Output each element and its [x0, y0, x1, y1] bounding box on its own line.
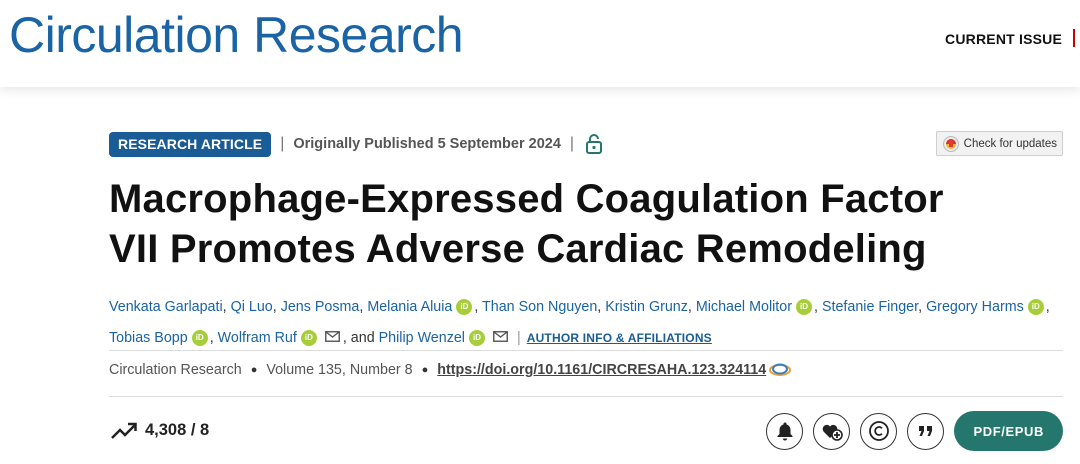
check-updates-label: Check for updates — [963, 137, 1057, 150]
author-name[interactable]: Philip Wenzel — [379, 330, 465, 346]
author-name[interactable]: Kristin Grunz — [605, 299, 688, 315]
article-title: Macrophage-Expressed Coagulation Factor … — [109, 174, 1069, 274]
title-line-2: VII Promotes Adverse Cardiac Remodeling — [109, 227, 927, 271]
author-separator: , and — [342, 330, 379, 346]
author-separator: , — [222, 299, 231, 315]
article-meta-row: RESEARCH ARTICLE | Originally Published … — [109, 131, 603, 157]
article-type-badge[interactable]: RESEARCH ARTICLE — [109, 131, 272, 157]
author-separator: , — [918, 299, 927, 315]
author-name[interactable]: Stefanie Finger — [822, 299, 918, 315]
crossmark-icon — [942, 135, 959, 152]
citation-volume: Volume 135, Number 8 — [266, 362, 413, 378]
cite-button[interactable] — [907, 412, 945, 450]
permissions-button[interactable] — [860, 412, 898, 450]
author-list: Venkata Garlapati, Qi Luo, Jens Posma, M… — [109, 292, 1059, 354]
author-name[interactable]: Wolfram Ruf — [218, 330, 297, 346]
metrics-count: 4,308 / 8 — [145, 421, 210, 439]
doi-link[interactable]: https://doi.org/10.1161/CIRCRESAHA.123.3… — [437, 362, 766, 378]
author-name[interactable]: Than Son Nguyen — [482, 299, 597, 315]
crossref-icon[interactable] — [768, 362, 792, 378]
orcid-icon[interactable]: iD — [456, 299, 473, 315]
alert-button[interactable] — [766, 412, 804, 450]
divider — [109, 350, 1063, 351]
orcid-icon[interactable]: iD — [795, 299, 812, 315]
citation-dot: ● — [250, 364, 258, 376]
meta-separator: | — [280, 135, 285, 152]
site-header: Circulation Research CURRENT ISSUE — [0, 0, 1080, 87]
meta-separator: | — [569, 135, 575, 152]
check-for-updates-button[interactable]: Check for updates — [935, 131, 1063, 156]
author-separator: , — [474, 299, 483, 315]
orcid-icon[interactable]: iD — [300, 330, 317, 346]
article-actions: PDF/EPUB — [766, 411, 1063, 451]
author-name[interactable]: Michael Molitor — [696, 299, 792, 315]
journal-logo[interactable]: Circulation Research — [9, 10, 464, 60]
author-name[interactable]: Jens Posma — [281, 299, 360, 315]
publication-date: Originally Published 5 September 2024 — [293, 136, 561, 152]
divider — [109, 396, 1063, 397]
orcid-icon[interactable]: iD — [191, 330, 208, 346]
pdf-epub-button[interactable]: PDF/EPUB — [954, 411, 1063, 451]
article-metrics[interactable]: 4,308 / 8 — [111, 421, 209, 440]
orcid-icon[interactable]: iD — [468, 330, 485, 346]
title-line-1: Macrophage-Expressed Coagulation Factor — [109, 177, 944, 221]
email-icon[interactable] — [324, 331, 340, 342]
author-separator: , — [687, 299, 696, 315]
open-lock-icon — [586, 134, 603, 154]
author-name[interactable]: Melania Aluia — [367, 299, 452, 315]
favorite-button[interactable] — [813, 412, 851, 450]
nav-current-issue[interactable]: CURRENT ISSUE — [945, 31, 1062, 47]
email-icon[interactable] — [493, 331, 508, 342]
author-separator: , — [813, 299, 822, 315]
author-separator: , — [209, 330, 218, 346]
quote-icon — [918, 426, 932, 436]
citation-line: Circulation Research ● Volume 135, Numbe… — [109, 362, 792, 378]
trending-up-icon — [111, 422, 137, 439]
nav-divider — [1073, 29, 1075, 47]
affiliations-separator: | — [516, 330, 521, 346]
author-name[interactable]: Qi Luo — [231, 299, 273, 315]
author-affiliations-link[interactable]: AUTHOR INFO & AFFILIATIONS — [527, 331, 712, 345]
author-separator: , — [272, 299, 281, 315]
author-name[interactable]: Tobias Bopp — [109, 330, 188, 346]
author-name[interactable]: Gregory Harms — [926, 299, 1024, 315]
citation-dot: ● — [421, 364, 429, 376]
author-name[interactable]: Venkata Garlapati — [109, 299, 223, 315]
orcid-icon[interactable]: iD — [1027, 299, 1044, 315]
heart-plus-icon — [822, 424, 843, 441]
copyright-icon — [869, 421, 889, 441]
author-separator: , — [1045, 299, 1050, 315]
bell-icon — [777, 422, 793, 441]
citation-journal: Circulation Research — [109, 362, 242, 378]
